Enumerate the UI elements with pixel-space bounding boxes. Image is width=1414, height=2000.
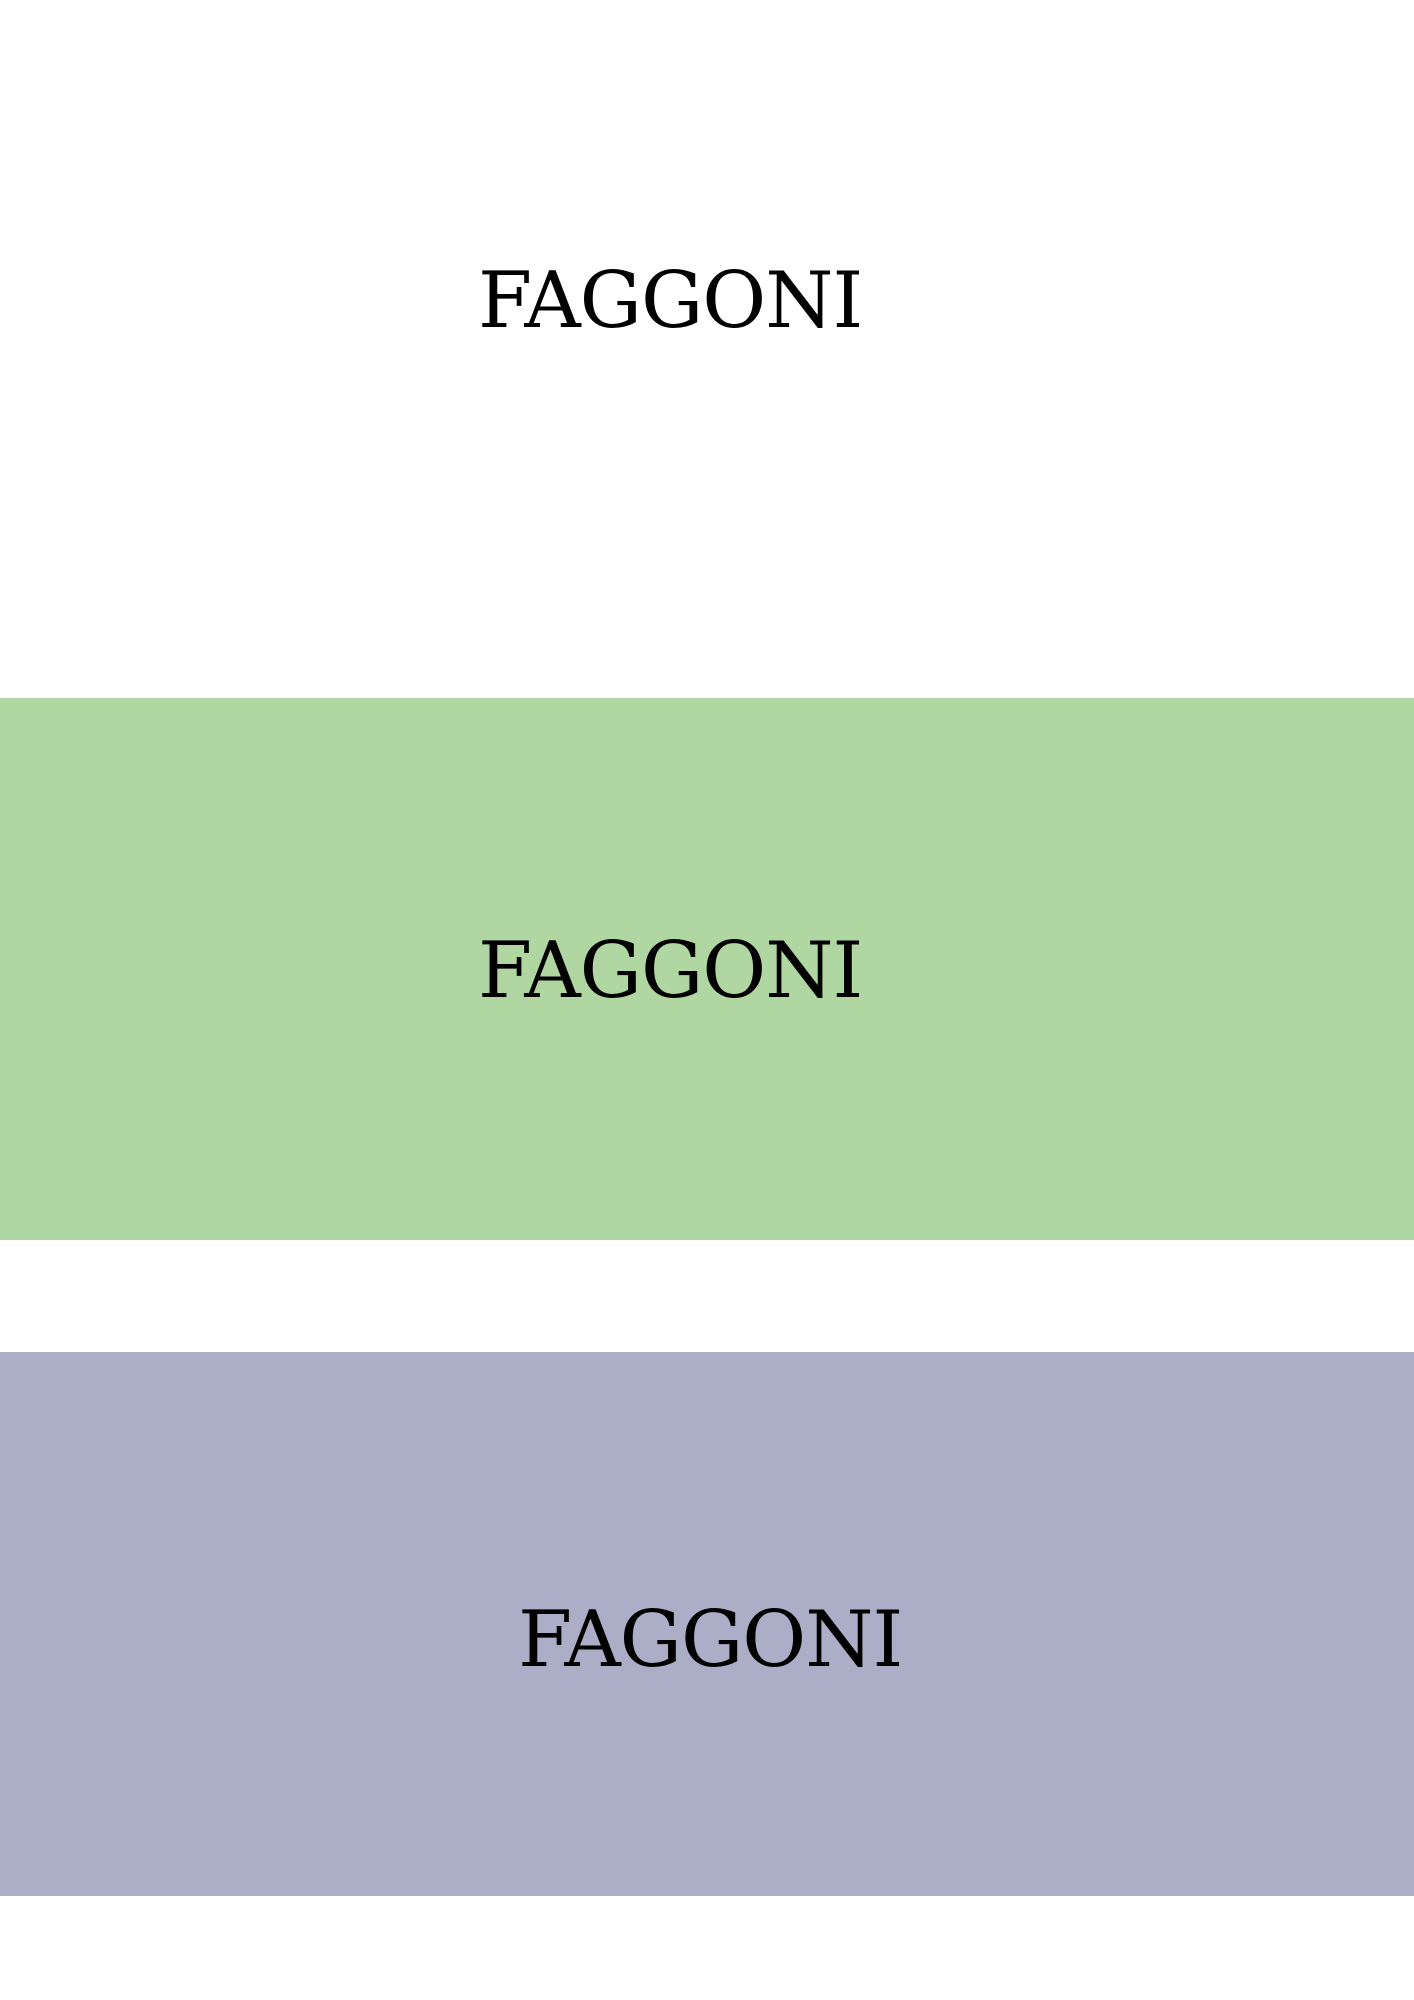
logo-wordmark-purple: FAGGONI — [518, 1595, 903, 1685]
logo-wordmark-green: FAGGONI — [478, 926, 863, 1016]
logo-wordmark-white: FAGGONI — [478, 256, 863, 346]
white-panel — [0, 0, 1414, 698]
